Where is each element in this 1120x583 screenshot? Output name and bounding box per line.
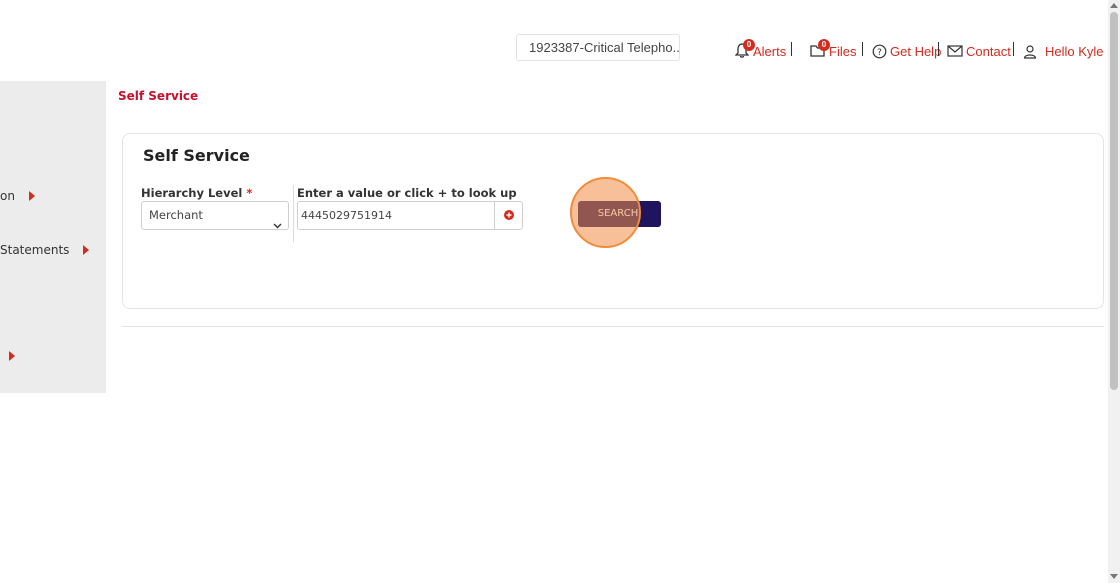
top-header: 1923387-Critical Telepho... 0 Alerts 0 F…: [0, 0, 1108, 81]
required-mark: *: [246, 186, 253, 200]
sidebar-item-label: on: [0, 189, 15, 203]
contact-link[interactable]: Contact: [947, 42, 1011, 60]
sidebar-item-information[interactable]: on: [0, 189, 35, 203]
self-service-card: Self Service Hierarchy Level * Merchant …: [122, 133, 1104, 309]
sidebar-item-statements[interactable]: Statements: [0, 243, 90, 257]
envelope-icon: [947, 45, 963, 57]
sidebar: on Statements: [0, 81, 106, 393]
caret-right-icon: [83, 245, 90, 255]
alerts-label: Alerts: [753, 43, 787, 59]
user-icon: [1023, 44, 1037, 59]
scroll-up-arrow-icon[interactable]: [1110, 3, 1118, 8]
account-selector[interactable]: 1923387-Critical Telepho...: [516, 34, 680, 61]
header-divider: [862, 42, 863, 56]
hierarchy-level-select[interactable]: Merchant: [141, 201, 289, 230]
lookup-input-value: 4445029751914: [301, 209, 392, 222]
header-divider: [938, 42, 939, 56]
section-divider: [122, 326, 1104, 327]
page-title: Self Service: [143, 146, 250, 165]
user-menu[interactable]: Hello Kyle: [1023, 42, 1104, 60]
files-link[interactable]: 0 Files: [810, 39, 857, 60]
breadcrumb[interactable]: Self Service: [118, 89, 198, 103]
sidebar-item-collapsed[interactable]: [9, 351, 15, 361]
lookup-input[interactable]: 4445029751914: [297, 201, 523, 230]
plus-circle-icon: [503, 207, 514, 225]
hierarchy-level-label: Hierarchy Level *: [141, 186, 253, 200]
page-scrollbar[interactable]: [1108, 0, 1120, 583]
header-divider: [791, 42, 792, 56]
alerts-count-badge: 0: [743, 39, 755, 51]
search-button[interactable]: [578, 201, 661, 227]
scrollbar-thumb[interactable]: [1110, 12, 1118, 390]
lookup-label: Enter a value or click + to look up: [297, 186, 517, 200]
chevron-down-icon: [273, 212, 282, 239]
caret-right-icon: [28, 191, 35, 201]
sidebar-item-label: Statements: [0, 243, 70, 257]
help-circle-icon: ?: [872, 44, 887, 59]
field-divider: [293, 185, 294, 242]
scroll-down-arrow-icon[interactable]: [1110, 574, 1118, 579]
hierarchy-level-value: Merchant: [149, 208, 203, 222]
get-help-link[interactable]: ? Get Help: [872, 42, 941, 60]
alerts-link[interactable]: 0 Alerts: [735, 39, 787, 60]
files-label: Files: [829, 43, 857, 59]
caret-right-icon: [9, 351, 15, 361]
contact-label: Contact: [966, 43, 1011, 59]
lookup-plus-button[interactable]: [494, 202, 522, 229]
header-divider: [1013, 42, 1014, 56]
get-help-label: Get Help: [890, 43, 942, 59]
svg-text:?: ?: [877, 48, 882, 58]
user-greeting: Hello Kyle: [1045, 43, 1104, 59]
files-count-badge: 0: [818, 39, 830, 51]
